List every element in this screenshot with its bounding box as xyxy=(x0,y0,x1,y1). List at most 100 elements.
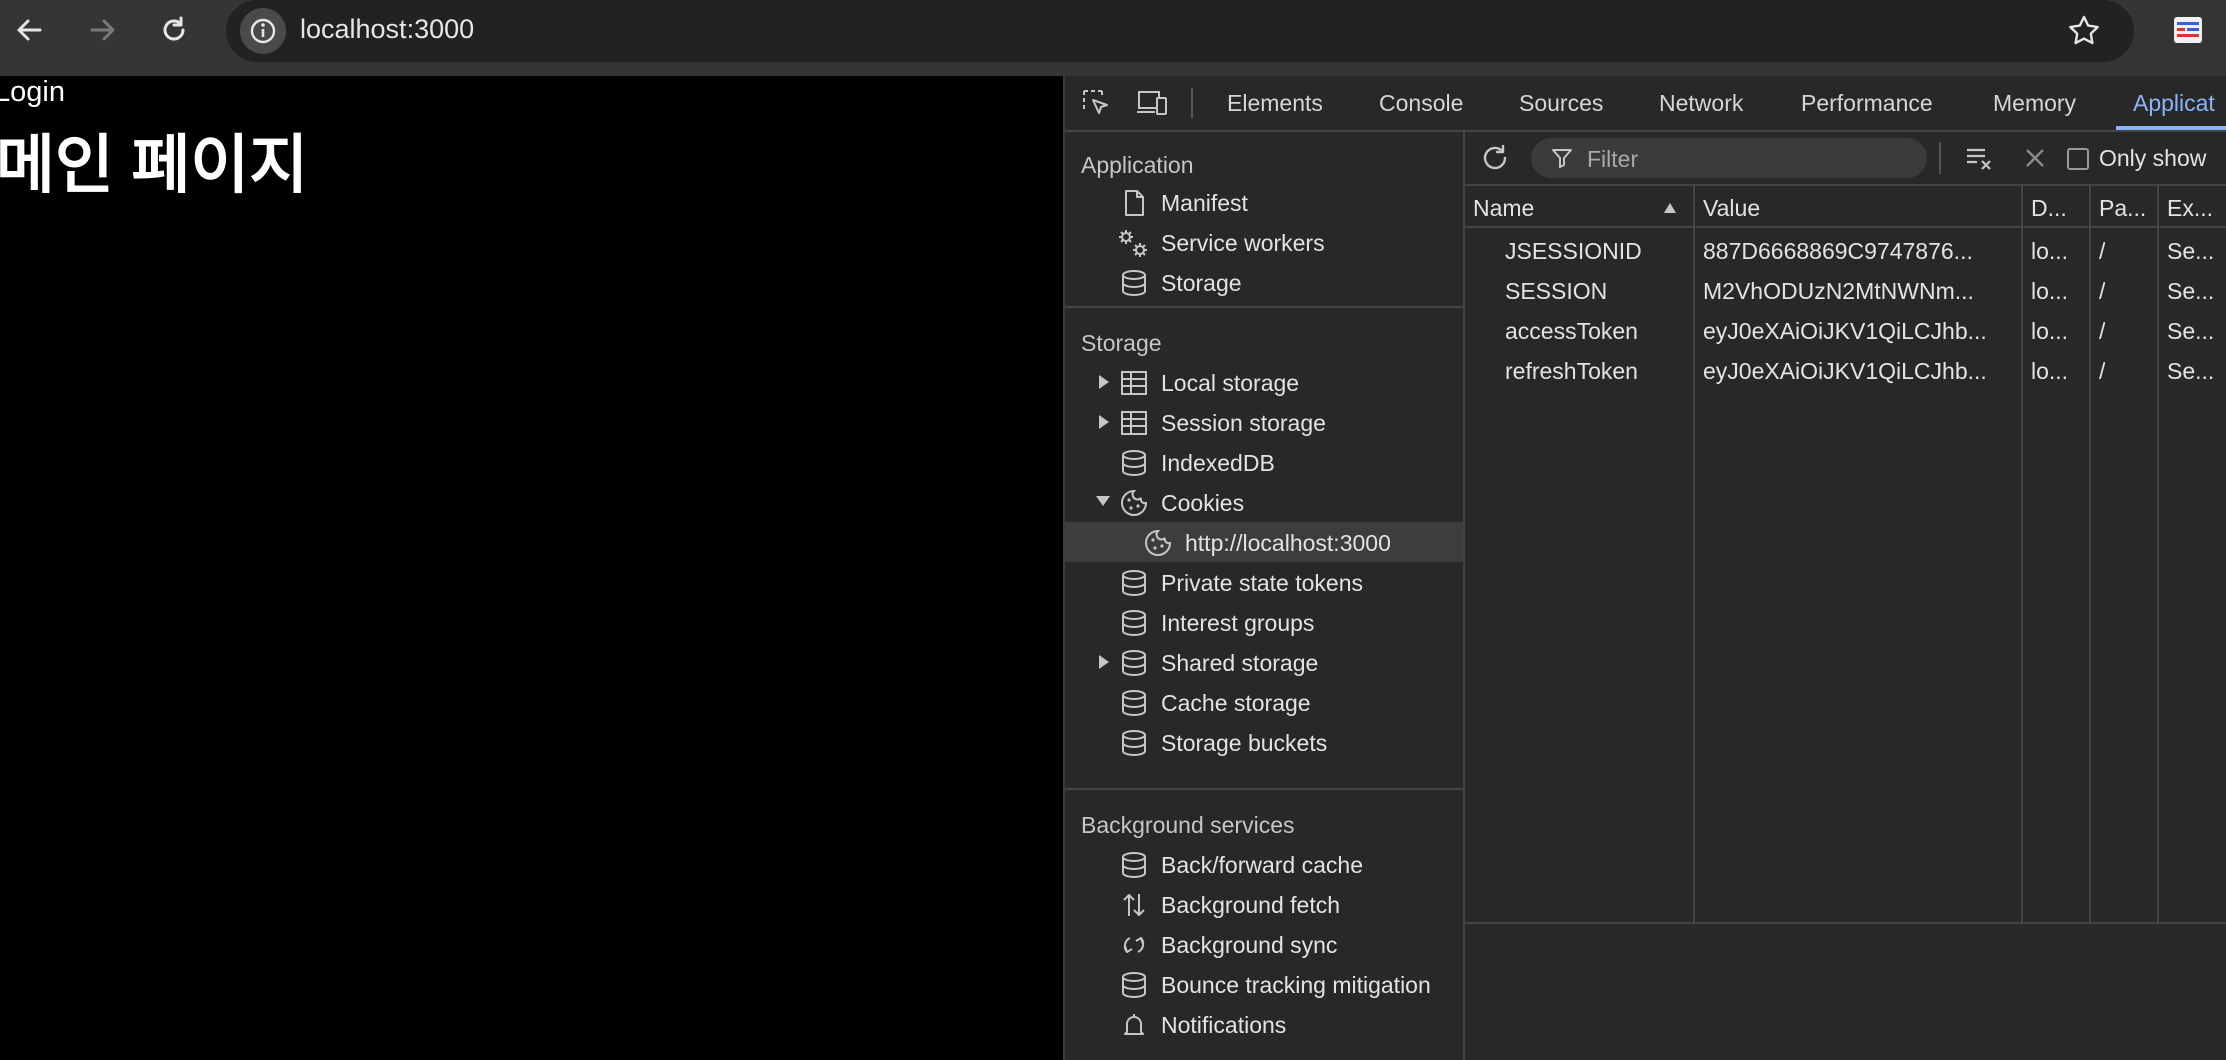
collapse-arrow-icon[interactable] xyxy=(1095,494,1110,510)
sidebar-item-manifest[interactable]: Manifest xyxy=(1065,182,1463,222)
sidebar-item-storage-buckets[interactable]: Storage buckets xyxy=(1065,722,1463,762)
cookie-value: M2VhODUzN2MtNWNm... xyxy=(1703,278,1974,304)
forward-arrow-icon[interactable] xyxy=(82,10,122,50)
sidebar-item-private-state-tokens[interactable]: Private state tokens xyxy=(1065,562,1463,602)
filter-input[interactable]: Filter xyxy=(1531,138,1927,178)
sidebar-item-label: Service workers xyxy=(1161,230,1325,256)
sidebar-item-shared-storage[interactable]: Shared storage xyxy=(1065,642,1463,682)
sidebar-item-cache-storage[interactable]: Cache storage xyxy=(1065,682,1463,722)
column-header-path[interactable]: Pa... xyxy=(2091,186,2159,228)
login-link[interactable]: Login xyxy=(0,76,65,109)
tab-elements[interactable]: Elements xyxy=(1227,90,1323,117)
sidebar-item-session-storage[interactable]: Session storage xyxy=(1065,402,1463,442)
tab-performance[interactable]: Performance xyxy=(1801,90,1933,117)
sidebar-item-notifications[interactable]: Notifications xyxy=(1065,1004,1463,1044)
cookie-value: 887D6668869C9747876... xyxy=(1703,238,1973,264)
tab-console[interactable]: Console xyxy=(1379,90,1463,117)
sidebar-item-label: Shared storage xyxy=(1161,650,1319,676)
cookie-expires: Se... xyxy=(2167,278,2215,304)
expand-arrow-icon[interactable] xyxy=(1097,374,1111,390)
sidebar-item-local-storage[interactable]: Local storage xyxy=(1065,362,1463,402)
filter-funnel-icon xyxy=(1551,147,1573,169)
table-icon xyxy=(1119,368,1149,398)
sidebar-item-label: Background fetch xyxy=(1161,892,1341,918)
database-icon xyxy=(1119,568,1149,598)
cookie-name: refreshToken xyxy=(1505,358,1638,384)
cookie-path: / xyxy=(2099,278,2106,304)
cookie-domain: lo... xyxy=(2031,358,2069,384)
expand-arrow-icon[interactable] xyxy=(1097,414,1111,430)
cookie-domain: lo... xyxy=(2031,278,2069,304)
site-info-icon[interactable] xyxy=(240,8,286,54)
cookie-name: accessToken xyxy=(1505,318,1638,344)
delete-selected-icon[interactable] xyxy=(2021,144,2049,172)
devtools-tabbar: Elements Console Sources Network Perform… xyxy=(1065,76,2226,132)
cookie-name: JSESSIONID xyxy=(1505,238,1642,264)
tab-application[interactable]: Applicat xyxy=(2133,90,2215,117)
reload-icon[interactable] xyxy=(154,10,194,50)
toolbar-separator xyxy=(1191,88,1193,118)
section-title-storage: Storage xyxy=(1081,330,1162,356)
sidebar-item-background-fetch[interactable]: Background fetch xyxy=(1065,884,1463,924)
cookie-path: / xyxy=(2099,318,2106,344)
bookmark-star-icon[interactable] xyxy=(2066,13,2102,49)
sidebar-item-cookies-localhost[interactable]: http://localhost:3000 xyxy=(1065,522,1463,562)
tab-memory[interactable]: Memory xyxy=(1993,90,2076,117)
back-arrow-icon[interactable] xyxy=(10,10,50,50)
sidebar-item-interest-groups[interactable]: Interest groups xyxy=(1065,602,1463,642)
file-icon xyxy=(1119,188,1149,218)
database-icon xyxy=(1119,648,1149,678)
only-show-checkbox[interactable] xyxy=(2067,148,2089,170)
sidebar-item-bounce-tracking[interactable]: Bounce tracking mitigation xyxy=(1065,964,1463,1004)
column-header-name[interactable]: Name xyxy=(1465,186,1695,228)
extension-icon[interactable] xyxy=(2172,14,2204,46)
sidebar-item-indexeddb[interactable]: IndexedDB xyxy=(1065,442,1463,482)
clear-all-icon[interactable] xyxy=(1963,142,1995,174)
column-divider xyxy=(1693,228,1695,922)
table-icon xyxy=(1119,408,1149,438)
column-header-value[interactable]: Value xyxy=(1695,186,2023,228)
url-text[interactable]: localhost:3000 xyxy=(300,14,474,45)
sidebar-item-label: Bounce tracking mitigation xyxy=(1161,972,1431,998)
arrows-updown-icon xyxy=(1119,890,1149,920)
sidebar-item-cookies[interactable]: Cookies xyxy=(1065,482,1463,522)
refresh-icon[interactable] xyxy=(1479,142,1511,174)
sidebar-item-label: Session storage xyxy=(1161,410,1326,436)
column-divider xyxy=(2157,228,2159,922)
tab-network[interactable]: Network xyxy=(1659,90,1743,117)
sidebar-item-label: Back/forward cache xyxy=(1161,852,1363,878)
cookie-expires: Se... xyxy=(2167,318,2215,344)
address-bar[interactable]: localhost:3000 xyxy=(226,0,2134,62)
sidebar-item-label: Cache storage xyxy=(1161,690,1311,716)
expand-arrow-icon[interactable] xyxy=(1097,654,1111,670)
column-header-domain[interactable]: D... xyxy=(2023,186,2091,228)
sidebar-item-service-workers[interactable]: Service workers xyxy=(1065,222,1463,262)
column-divider xyxy=(2021,228,2023,922)
sidebar-item-label: Storage buckets xyxy=(1161,730,1328,756)
inspect-element-icon[interactable] xyxy=(1081,88,1111,118)
sidebar-item-label: http://localhost:3000 xyxy=(1185,530,1391,556)
sidebar-item-label: Storage xyxy=(1161,270,1242,296)
cookie-path: / xyxy=(2099,238,2106,264)
browser-toolbar: localhost:3000 xyxy=(0,0,2226,76)
database-icon xyxy=(1119,850,1149,880)
sync-icon xyxy=(1119,930,1149,960)
tab-sources[interactable]: Sources xyxy=(1519,90,1603,117)
cookies-table: Name Value D... Pa... Ex... JSESSIONID 8… xyxy=(1465,186,2226,924)
sidebar-item-label: Manifest xyxy=(1161,190,1248,216)
column-header-expires[interactable]: Ex... xyxy=(2159,186,2226,228)
database-icon xyxy=(1119,970,1149,1000)
sidebar-item-back-forward-cache[interactable]: Back/forward cache xyxy=(1065,844,1463,884)
sidebar-item-label: Interest groups xyxy=(1161,610,1315,636)
database-icon xyxy=(1119,608,1149,638)
cookies-pane: Filter Only show Name Value D... Pa... E… xyxy=(1465,132,2226,1060)
sidebar-item-storage-overview[interactable]: Storage xyxy=(1065,262,1463,302)
cookie-expires: Se... xyxy=(2167,358,2215,384)
cookie-domain: lo... xyxy=(2031,318,2069,344)
database-icon xyxy=(1119,268,1149,298)
section-title-application: Application xyxy=(1081,152,1194,178)
device-toggle-icon[interactable] xyxy=(1135,88,1169,118)
cookie-expires: Se... xyxy=(2167,238,2215,264)
filter-placeholder: Filter xyxy=(1587,146,1639,172)
sidebar-item-background-sync[interactable]: Background sync xyxy=(1065,924,1463,964)
